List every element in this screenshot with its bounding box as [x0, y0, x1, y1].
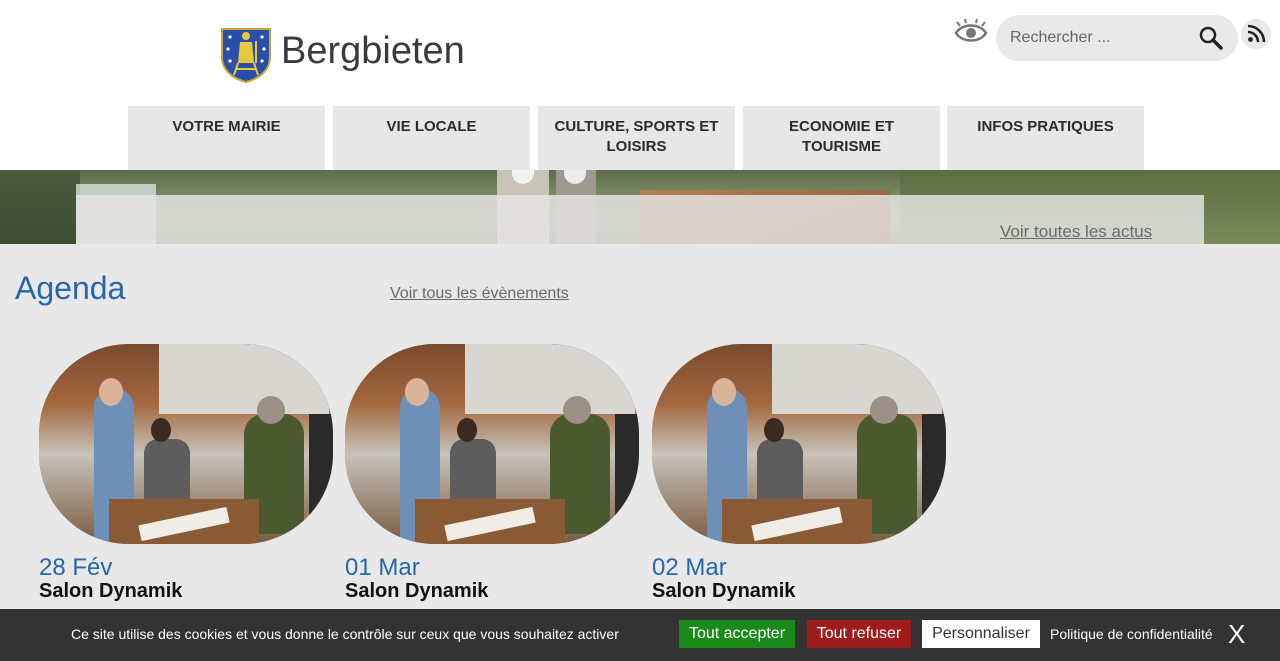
event-title[interactable]: Salon Dynamik	[345, 580, 488, 603]
privacy-policy-link[interactable]: Politique de confidentialité	[1050, 626, 1213, 642]
event-title[interactable]: Salon Dynamik	[652, 580, 795, 603]
refuse-all-button[interactable]: Tout refuser	[807, 620, 911, 648]
rss-icon[interactable]	[1241, 19, 1271, 49]
event-photo[interactable]	[39, 344, 333, 544]
nav-item-economie-tourisme[interactable]: ECONOMIE ET TOURISME	[743, 106, 940, 170]
see-all-news-link[interactable]: Voir toutes les actus	[1000, 222, 1152, 242]
agenda-title: Agenda	[15, 270, 126, 306]
site-title[interactable]: Bergbieten	[281, 30, 465, 73]
event-date: 28 Fév	[39, 554, 113, 581]
customize-button[interactable]: Personnaliser	[922, 620, 1040, 648]
nav-item-infos-pratiques[interactable]: INFOS PRATIQUES	[947, 106, 1144, 170]
nav-item-votre-mairie[interactable]: VOTRE MAIRIE	[128, 106, 325, 170]
see-all-events-link[interactable]: Voir tous les évènements	[390, 285, 569, 303]
search-box	[996, 15, 1238, 61]
news-banner: Voir toutes les actus	[0, 170, 1280, 244]
accept-all-button[interactable]: Tout accepter	[679, 620, 795, 648]
cookie-message: Ce site utilise des cookies et vous donn…	[71, 626, 619, 642]
event-date: 01 Mar	[345, 554, 420, 581]
nav-item-vie-locale[interactable]: VIE LOCALE	[333, 106, 530, 170]
event-date: 02 Mar	[652, 554, 727, 581]
event-photo[interactable]	[345, 344, 639, 544]
event-photo[interactable]	[652, 344, 946, 544]
coat-of-arms-logo[interactable]	[220, 27, 272, 83]
event-title[interactable]: Salon Dynamik	[39, 580, 182, 603]
nav-item-culture-sports-loisirs[interactable]: CULTURE, SPORTS ET LOISIRS	[538, 106, 735, 170]
search-icon[interactable]	[1198, 25, 1224, 51]
close-icon[interactable]: X	[1228, 621, 1245, 647]
cookie-consent-bar: Ce site utilise des cookies et vous donn…	[0, 609, 1280, 661]
search-input[interactable]	[1010, 26, 1190, 50]
eye-icon[interactable]	[954, 18, 988, 48]
